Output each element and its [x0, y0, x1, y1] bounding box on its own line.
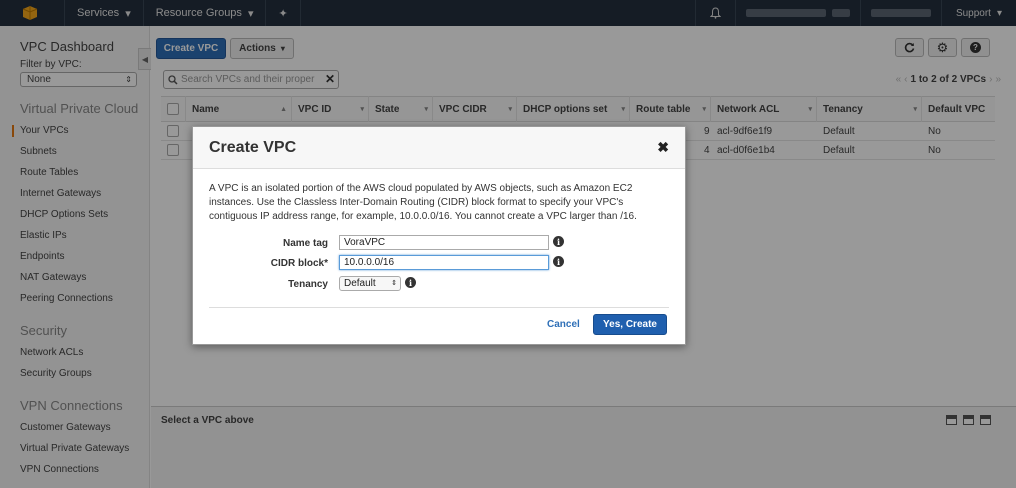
tenancy-select[interactable]: Default ⇕: [339, 276, 401, 291]
info-icon[interactable]: i: [553, 236, 564, 247]
cidr-block-label: CIDR block*: [270, 258, 328, 269]
dialog-title: Create VPC: [209, 139, 297, 156]
name-tag-input[interactable]: VoraVPC: [339, 235, 549, 250]
info-icon[interactable]: i: [553, 256, 564, 267]
dialog-description: A VPC is an isolated portion of the AWS …: [209, 183, 637, 222]
tenancy-value: Default: [344, 278, 376, 289]
select-arrows-icon: ⇕: [391, 280, 397, 287]
cancel-button[interactable]: Cancel: [547, 319, 580, 330]
tenancy-label: Tenancy: [288, 279, 328, 290]
close-icon[interactable]: ✖: [657, 139, 669, 156]
dialog-header: Create VPC ✖: [193, 127, 685, 169]
yes-create-button[interactable]: Yes, Create: [593, 314, 667, 335]
name-tag-label: Name tag: [282, 238, 328, 249]
dialog-divider: [209, 307, 669, 308]
create-vpc-dialog: Create VPC ✖ A VPC is an isolated portio…: [192, 126, 686, 345]
cidr-block-input[interactable]: 10.0.0.0/16: [339, 255, 549, 270]
info-icon[interactable]: i: [405, 277, 416, 288]
